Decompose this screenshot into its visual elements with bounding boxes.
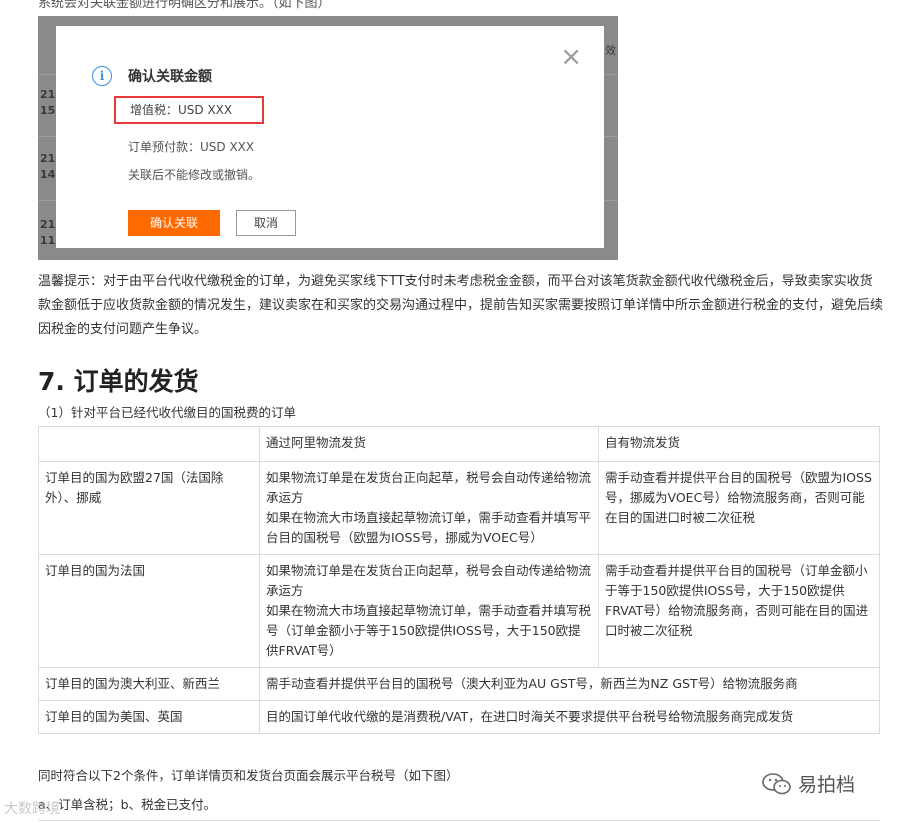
table-header-cell: 通过阿里物流发货 <box>259 426 599 462</box>
confirm-amount-modal: × i 确认关联金额 增值税：USD XXX 订单预付款：USD XXX 关联后… <box>56 26 604 248</box>
table-row: 订单目的国为澳大利亚、新西兰 需手动查看并提供平台目的国税号（澳大利亚为AU G… <box>38 667 880 701</box>
top-partial-text: 系统会对关联金额进行明确区分和展示。（如下图） <box>38 0 331 11</box>
table-row: 订单目的国为美国、英国 目的国订单代收代缴的是消费税/VAT，在进口时海关不要求… <box>38 700 880 734</box>
vat-amount-highlight: 增值税：USD XXX <box>114 96 264 124</box>
table-row: 订单目的国为法国 如果物流订单是在发货台正向起草，税号会自动传递给物流承运方 如… <box>38 554 880 668</box>
table-header-cell <box>38 426 260 462</box>
info-icon: i <box>92 66 112 86</box>
cancel-button[interactable]: 取消 <box>236 210 296 236</box>
table-header-cell: 自有物流发货 <box>598 426 880 462</box>
bg-fragment: 21 <box>40 88 56 101</box>
table-header-row: 通过阿里物流发货 自有物流发货 <box>38 426 880 462</box>
bg-fragment-right: 效 <box>605 44 616 57</box>
watermark-right-text: 易拍档 <box>798 774 856 796</box>
close-icon[interactable]: × <box>560 44 582 70</box>
own-cell: 需手动查看并提供平台目的国税号（订单金额小于等于150欧提供IOSS号，大于15… <box>598 554 880 668</box>
confirm-link-button[interactable]: 确认关联 <box>128 210 220 236</box>
own-cell: 需手动查看并提供平台目的国税号（欧盟为IOSS号，挪威为VOEC号）给物流服务商… <box>598 461 880 555</box>
watermark-left: 大数跨境 <box>4 801 60 817</box>
bottom-divider <box>38 820 880 821</box>
row-label: 订单目的国为法国 <box>38 554 260 668</box>
merged-cell: 需手动查看并提供平台目的国税号（澳大利亚为AU GST号，新西兰为NZ GST号… <box>259 667 880 701</box>
bg-fragment: 21 <box>40 218 56 231</box>
row-label: 订单目的国为欧盟27国（法国除外）、挪威 <box>38 461 260 555</box>
ali-cell: 如果物流订单是在发货台正向起草，税号会自动传递给物流承运方 如果在物流大市场直接… <box>259 461 599 555</box>
bg-fragment: 21 <box>40 152 56 165</box>
modal-note: 关联后不能修改或撤销。 <box>128 168 261 182</box>
ali-cell: 如果物流订单是在发货台正向起草，税号会自动传递给物流承运方 如果在物流大市场直接… <box>259 554 599 668</box>
row-label: 订单目的国为美国、英国 <box>38 700 260 734</box>
section-subheading: （1）针对平台已经代收代缴目的国税费的订单 <box>38 405 296 420</box>
tip-paragraph: 温馨提示：对于由平台代收代缴税金的订单，为避免买家线下TT支付时未考虑税金金额，… <box>38 274 884 337</box>
table-row: 订单目的国为欧盟27国（法国除外）、挪威 如果物流订单是在发货台正向起草，税号会… <box>38 461 880 555</box>
bg-fragment <box>40 42 44 56</box>
watermark-right: 易拍档 <box>762 770 855 797</box>
shipping-table: 通过阿里物流发货 自有物流发货 订单目的国为欧盟27国（法国除外）、挪威 如果物… <box>38 426 880 734</box>
condition-intro: 同时符合以下2个条件，订单详情页和发货台页面会展示平台税号（如下图） <box>38 768 459 783</box>
section-heading: 7. 订单的发货 <box>38 367 199 396</box>
row-label: 订单目的国为澳大利亚、新西兰 <box>38 667 260 701</box>
merged-cell: 目的国订单代收代缴的是消费税/VAT，在进口时海关不要求提供平台税号给物流服务商… <box>259 700 880 734</box>
wechat-icon <box>762 772 792 795</box>
embedded-screenshot: 21 15: 21 14: 21 11: 效 × i 确认关联金额 增值税：US… <box>38 16 618 260</box>
prepay-amount: 订单预付款：USD XXX <box>128 140 255 154</box>
modal-title: 确认关联金额 <box>128 69 212 85</box>
condition-list: a、订单含税；b、税金已支付。 <box>38 797 217 812</box>
